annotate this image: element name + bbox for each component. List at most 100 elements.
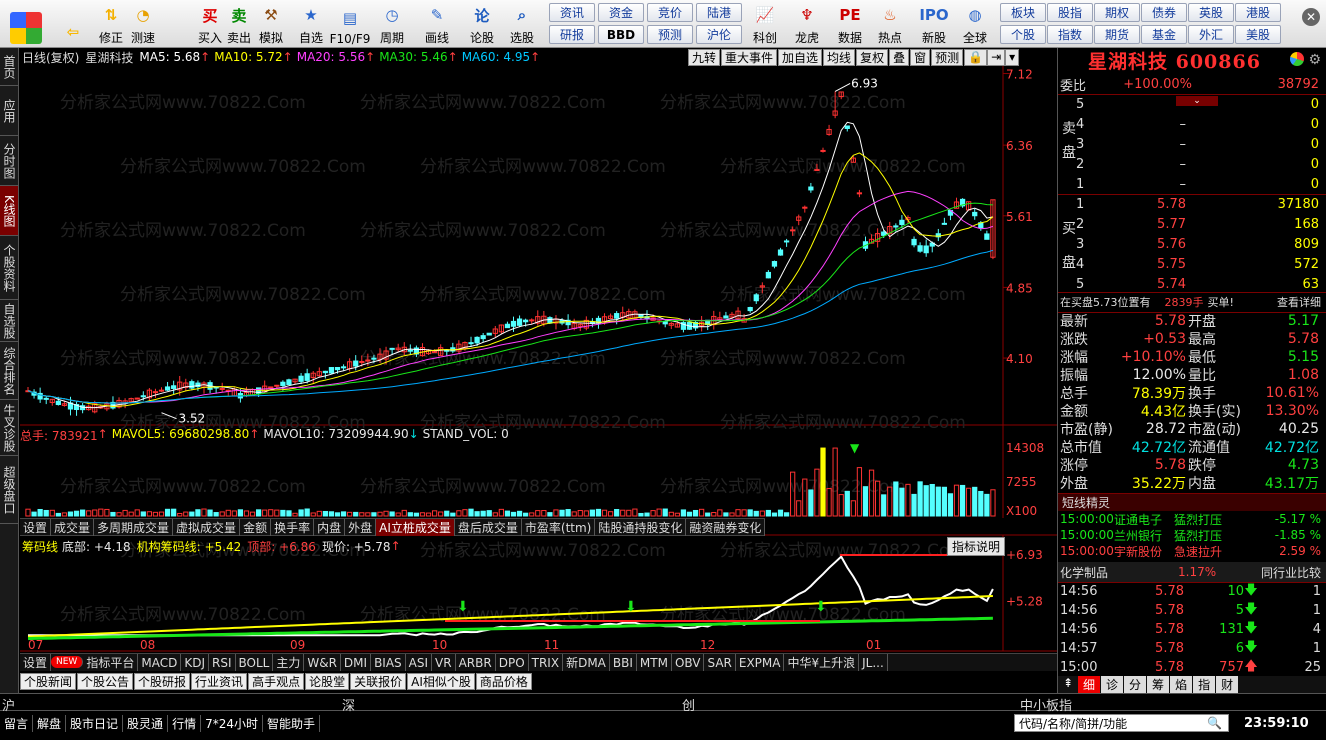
indicator-tab[interactable]: MTM <box>637 654 672 671</box>
quote-tab[interactable]: 指 <box>1193 676 1216 693</box>
toolbar-hammer-button[interactable]: ⚒ 模拟 <box>254 2 288 46</box>
volume-tab[interactable]: 融资融券变化 <box>686 519 766 536</box>
indicator-explain-button[interactable]: 指标说明 <box>946 536 1005 556</box>
volume-tab[interactable]: 虚拟成交量 <box>173 519 241 536</box>
toolbar-up-down-arrows-button[interactable]: ⇅ 修正 <box>94 2 128 46</box>
indicator-tab[interactable]: DPO <box>496 654 529 671</box>
indicator-tab[interactable]: OBV <box>672 654 705 671</box>
volume-tab[interactable]: 设置 <box>20 519 52 536</box>
volume-tab[interactable]: AI立桩成交量 <box>376 519 455 536</box>
toolbar-grid-button[interactable]: 资讯 <box>549 3 595 22</box>
quote-tab[interactable]: 细 <box>1078 676 1101 693</box>
toolbar-market-button[interactable]: 港股 <box>1235 3 1281 22</box>
quote-tab[interactable]: 财 <box>1216 676 1239 693</box>
toolbar-forum-button[interactable]: 论论股 <box>465 2 499 46</box>
volume-tab[interactable]: 外盘 <box>345 519 377 536</box>
indicator-tab[interactable]: ARBR <box>456 654 496 671</box>
close-icon[interactable]: ✕ <box>1302 8 1320 26</box>
indicator-tab[interactable]: ASI <box>406 654 433 671</box>
toolbar-f10-button[interactable]: ▤ F10/F9 <box>330 2 371 46</box>
toolbar-market-button[interactable]: 债券 <box>1141 3 1187 22</box>
toolbar-sell-button[interactable]: 卖卖出 <box>222 2 256 46</box>
indicator-tab[interactable]: W&R <box>304 654 341 671</box>
toolbar-market-button[interactable]: 基金 <box>1141 25 1187 44</box>
indicator-tab[interactable]: 主力 <box>273 654 305 671</box>
toolbar-market-button[interactable]: 美股 <box>1235 25 1281 44</box>
left-nav-item[interactable]: 分时图 <box>0 136 18 186</box>
toolbar-pencil-button[interactable]: ✎ 画线 <box>420 2 454 46</box>
indicator-tab[interactable]: EXPMA <box>736 654 785 671</box>
toolbar-market-button[interactable]: 外汇 <box>1188 25 1234 44</box>
toolbar-star-button[interactable]: ★ 自选 <box>294 2 328 46</box>
indicator-tab[interactable]: BBI <box>610 654 637 671</box>
status-item[interactable]: 留言 <box>0 714 34 732</box>
quote-tab[interactable]: 诊 <box>1101 676 1124 693</box>
indicator-tab[interactable]: BOLL <box>236 654 274 671</box>
sprite-row[interactable]: 15:00:00 宇新股份 急速拉升 2.59 % <box>1058 543 1326 559</box>
toolbar-fire-button[interactable]: ♨ 热点 <box>873 2 907 46</box>
volume-tab[interactable]: 盘后成交量 <box>455 519 522 536</box>
toolbar-windows-logo-button[interactable] <box>8 2 44 46</box>
indicator-tab[interactable]: BIAS <box>371 654 406 671</box>
scroll-top-icon[interactable]: ⇞ <box>1058 676 1078 693</box>
indicator-tab[interactable]: JL... <box>859 654 888 671</box>
volume-tab[interactable]: 换手率 <box>271 519 315 536</box>
index-bar-item[interactable]: 中小板指 <box>1020 695 1072 714</box>
indicator-tab[interactable]: MACD <box>138 654 182 671</box>
index-bar-item[interactable]: 沪 <box>2 695 15 714</box>
view-detail-link[interactable]: 查看详细 <box>1277 294 1326 310</box>
quote-tab[interactable]: 焰 <box>1170 676 1193 693</box>
index-bar-item[interactable]: 深 <box>342 695 355 714</box>
toolbar-market-button[interactable]: 期权 <box>1094 3 1140 22</box>
quote-tab[interactable]: 分 <box>1124 676 1147 693</box>
toolbar-market-button[interactable]: 英股 <box>1188 3 1234 22</box>
indicator-tab[interactable]: DMI <box>341 654 372 671</box>
search-icon[interactable]: 🔍 <box>1207 716 1222 730</box>
sprite-row[interactable]: 15:00:00 兰州银行 猛烈打压 -1.85 % <box>1058 527 1326 543</box>
toolbar-pe-button[interactable]: PE 数据 <box>833 2 867 46</box>
news-tab[interactable]: 高手观点 <box>248 673 305 690</box>
toolbar-grid-button[interactable]: 预测 <box>647 25 693 44</box>
indicator-tab[interactable]: NEW <box>51 656 84 668</box>
toolbar-market-button[interactable]: 板块 <box>1000 3 1046 22</box>
left-nav-item[interactable]: 个股资料 <box>0 236 18 300</box>
status-item[interactable]: 解盘 <box>33 714 67 732</box>
indicator-tab[interactable]: 新DMA <box>563 654 610 671</box>
toolbar-speed-button[interactable]: ◔ 测速 <box>126 2 160 46</box>
left-nav-item[interactable]: 牛叉诊股 <box>0 400 18 456</box>
toolbar-grid-button[interactable]: 竞价 <box>647 3 693 22</box>
indicator-tab[interactable]: VR <box>432 654 456 671</box>
toolbar-ipo-button[interactable]: IPO 新股 <box>917 2 951 46</box>
toolbar-market-button[interactable]: 股指 <box>1047 3 1093 22</box>
news-tab[interactable]: AI相似个股 <box>407 673 475 690</box>
indicator-tab[interactable]: TRIX <box>529 654 564 671</box>
indicator-tab[interactable]: 设置 <box>20 654 52 671</box>
toolbar-back-arrow-button[interactable]: ⇦ <box>55 2 91 46</box>
sprite-title[interactable]: 短线精灵 <box>1058 494 1326 511</box>
indicator-tab[interactable]: SAR <box>704 654 736 671</box>
volume-tab[interactable]: 内盘 <box>314 519 346 536</box>
news-tab[interactable]: 个股公告 <box>77 673 134 690</box>
toolbar-grid-button[interactable]: 资金 <box>598 3 644 22</box>
toolbar-grid-button[interactable]: 陆港 <box>696 3 742 22</box>
toolbar-grid-button[interactable]: 研报 <box>549 25 595 44</box>
news-tab[interactable]: 个股研报 <box>134 673 191 690</box>
toolbar-dragon-button[interactable]: ♆ 龙虎 <box>790 2 824 46</box>
indicator-tab[interactable]: RSI <box>209 654 236 671</box>
left-nav-item[interactable]: 自选股 <box>0 300 18 342</box>
toolbar-globe-button[interactable]: ◍ 全球 <box>958 2 992 46</box>
index-bar-item[interactable]: 创 <box>682 695 695 714</box>
toolbar-clock-button[interactable]: ◷ 周期 <box>375 2 409 46</box>
toolbar-chart-button[interactable]: 📈 科创 <box>748 2 782 46</box>
status-item[interactable]: 智能助手 <box>263 714 320 732</box>
toolbar-market-button[interactable]: 期货 <box>1094 25 1140 44</box>
sprite-row[interactable]: 15:00:00 证通电子 猛烈打压 -5.17 % <box>1058 511 1326 527</box>
kline-chart[interactable]: 7.12 6.36 5.61 4.85 4.10 分析家公式网www.70822.Com 分… <box>20 48 1057 693</box>
volume-tab[interactable]: 成交量 <box>51 519 95 536</box>
left-nav-item[interactable]: 首页 <box>0 48 18 86</box>
left-nav-item[interactable]: K线图 <box>0 186 18 236</box>
status-item[interactable]: 股灵通 <box>123 714 169 732</box>
indicator-tab[interactable]: KDJ <box>181 654 209 671</box>
toolbar-grid-button[interactable]: 沪伦 <box>696 25 742 44</box>
news-tab[interactable]: 关联报价 <box>350 673 407 690</box>
